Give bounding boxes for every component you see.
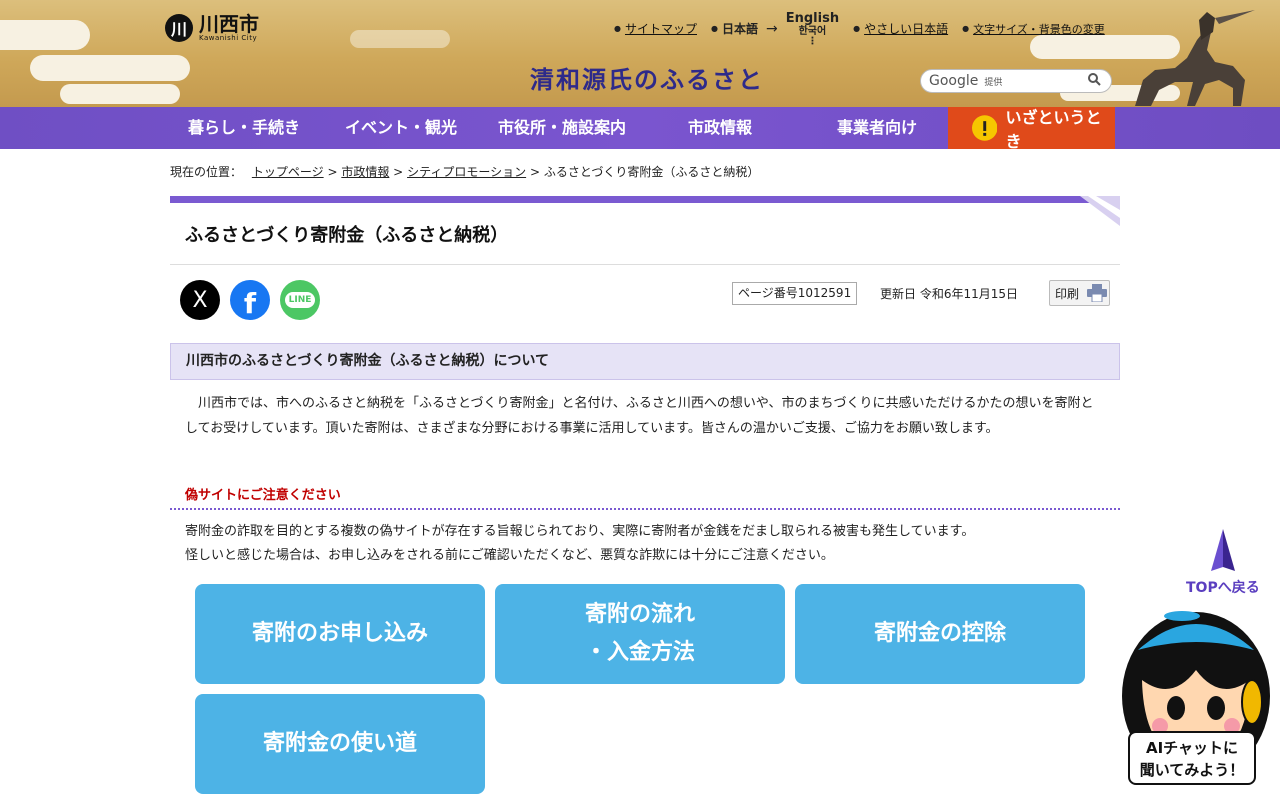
easy-japanese-item: やさしい日本語: [853, 20, 948, 37]
cloud-decoration: [60, 84, 180, 104]
page-number: ページ番号1012591: [732, 282, 858, 305]
nav-item-business[interactable]: 事業者向け: [837, 107, 917, 149]
tax-deduction-button[interactable]: 寄附金の控除: [795, 584, 1085, 684]
sitemap-link[interactable]: サイトマップ: [625, 22, 697, 36]
chat-line1: AIチャットに: [1145, 739, 1239, 757]
dotted-divider: [170, 508, 1120, 510]
cloud-decoration: [0, 20, 90, 50]
updated-date: 更新日 令和6年11月15日: [880, 287, 1018, 301]
city-tagline: 清和源氏のふるさと: [530, 65, 764, 94]
print-button[interactable]: 印刷: [1049, 280, 1110, 306]
city-logo[interactable]: 川 川西市 Kawanishi City: [165, 14, 259, 42]
utility-links: サイトマップ 日本語 → English 한국어 ⋮ やさしい日本語 文字サイズ…: [614, 12, 1105, 47]
back-to-top-label[interactable]: TOPへ戻る: [1186, 577, 1260, 597]
breadcrumb-link-promotion[interactable]: シティプロモーション: [407, 165, 526, 179]
text-size-item: 文字サイズ・背景色の変更: [962, 21, 1105, 37]
breadcrumb-separator: >: [393, 165, 404, 179]
nav-item-living[interactable]: 暮らし・手続き: [188, 107, 300, 149]
x-share-label: X: [192, 287, 208, 313]
easy-japanese-link[interactable]: やさしい日本語: [864, 22, 948, 36]
divider: [170, 264, 1120, 265]
breadcrumb-link-city-info[interactable]: 市政情報: [341, 165, 389, 179]
emergency-label: いざというとき: [1005, 108, 1102, 151]
sitemap-item: サイトマップ: [614, 20, 697, 37]
search-icon[interactable]: [1087, 72, 1101, 90]
google-provided: 提供: [984, 77, 1003, 88]
breadcrumb-separator: >: [327, 165, 338, 179]
search-box[interactable]: Google 提供: [920, 69, 1112, 93]
donation-flow-button[interactable]: 寄附の流れ ・入金方法: [495, 584, 785, 684]
breadcrumb-link-top[interactable]: トップページ: [252, 165, 324, 179]
nav-item-emergency[interactable]: いざというとき: [948, 107, 1115, 151]
facebook-share-label: f: [243, 286, 257, 320]
donation-flow-line1: 寄附の流れ: [584, 602, 695, 627]
nav-item-facilities[interactable]: 市役所・施設案内: [498, 107, 626, 149]
facebook-share-icon[interactable]: f: [230, 280, 270, 320]
section-heading: 川西市のふるさとづくり寄附金（ふるさと納税）について: [170, 343, 1120, 380]
breadcrumb: 現在の位置： トップページ > 市政情報 > シティプロモーション > ふるさと…: [170, 163, 759, 180]
page-title: ふるさとづくり寄附金（ふるさと納税）: [185, 225, 509, 246]
breadcrumb-prefix: 現在の位置：: [170, 165, 243, 179]
more-languages-icon[interactable]: ⋮: [807, 37, 817, 47]
nav-item-city-info[interactable]: 市政情報: [688, 107, 752, 149]
language-selector[interactable]: English 한국어 ⋮: [786, 12, 839, 47]
samurai-statue-image: [1135, 10, 1255, 106]
line-share-label: LINE: [284, 292, 316, 308]
lang-current: 日本語: [711, 20, 758, 37]
title-corner-decoration: [1080, 196, 1120, 226]
breadcrumb-separator: >: [529, 165, 540, 179]
city-emblem-icon: 川: [165, 14, 193, 42]
x-share-icon[interactable]: X: [180, 280, 220, 320]
city-name-en: Kawanishi City: [199, 34, 258, 42]
cloud-decoration: [30, 55, 190, 81]
ai-chat-bubble[interactable]: AIチャットに 聞いてみよう！: [1128, 731, 1256, 785]
nav-item-events[interactable]: イベント・観光: [345, 107, 457, 149]
printer-icon: [1087, 284, 1108, 302]
text-size-link[interactable]: 文字サイズ・背景色の変更: [973, 23, 1105, 36]
line-share-icon[interactable]: LINE: [280, 280, 320, 320]
print-label: 印刷: [1055, 286, 1080, 301]
arrow-right-icon: →: [766, 20, 778, 37]
warning-line: 怪しいと感じた場合は、お申し込みをされる前にご確認いただくなど、悪質な詐欺には十…: [185, 548, 834, 563]
chat-line2: 聞いてみよう！: [1139, 761, 1245, 779]
intro-text: 川西市では、市へのふるさと納税を「ふるさとづくり寄附金」と名付け、ふるさと川西へ…: [185, 396, 1094, 436]
lang-english[interactable]: English: [786, 12, 839, 25]
site-header: 川 川西市 Kawanishi City サイトマップ 日本語 → Englis…: [0, 0, 1280, 107]
city-name: 川西市: [199, 12, 259, 36]
cloud-decoration: [350, 30, 450, 48]
google-brand: Google: [929, 73, 979, 89]
warning-heading: 偽サイトにご注意ください: [185, 488, 341, 503]
title-accent-bar: [170, 196, 1120, 203]
breadcrumb-current: ふるさとづくり寄附金（ふるさと納税）: [543, 165, 760, 179]
donation-flow-line2: ・入金方法: [584, 640, 695, 665]
warning-line: 寄附金の詐取を目的とする複数の偽サイトが存在する旨報じられており、実際に寄附者が…: [185, 524, 975, 539]
pyramid-up-icon: [1211, 529, 1235, 571]
warning-text: 寄附金の詐取を目的とする複数の偽サイトが存在する旨報じられており、実際に寄附者が…: [185, 520, 974, 568]
warning-icon: [972, 115, 998, 141]
apply-button[interactable]: 寄附のお申し込み: [195, 584, 485, 684]
usage-button[interactable]: 寄附金の使い道: [195, 694, 485, 794]
